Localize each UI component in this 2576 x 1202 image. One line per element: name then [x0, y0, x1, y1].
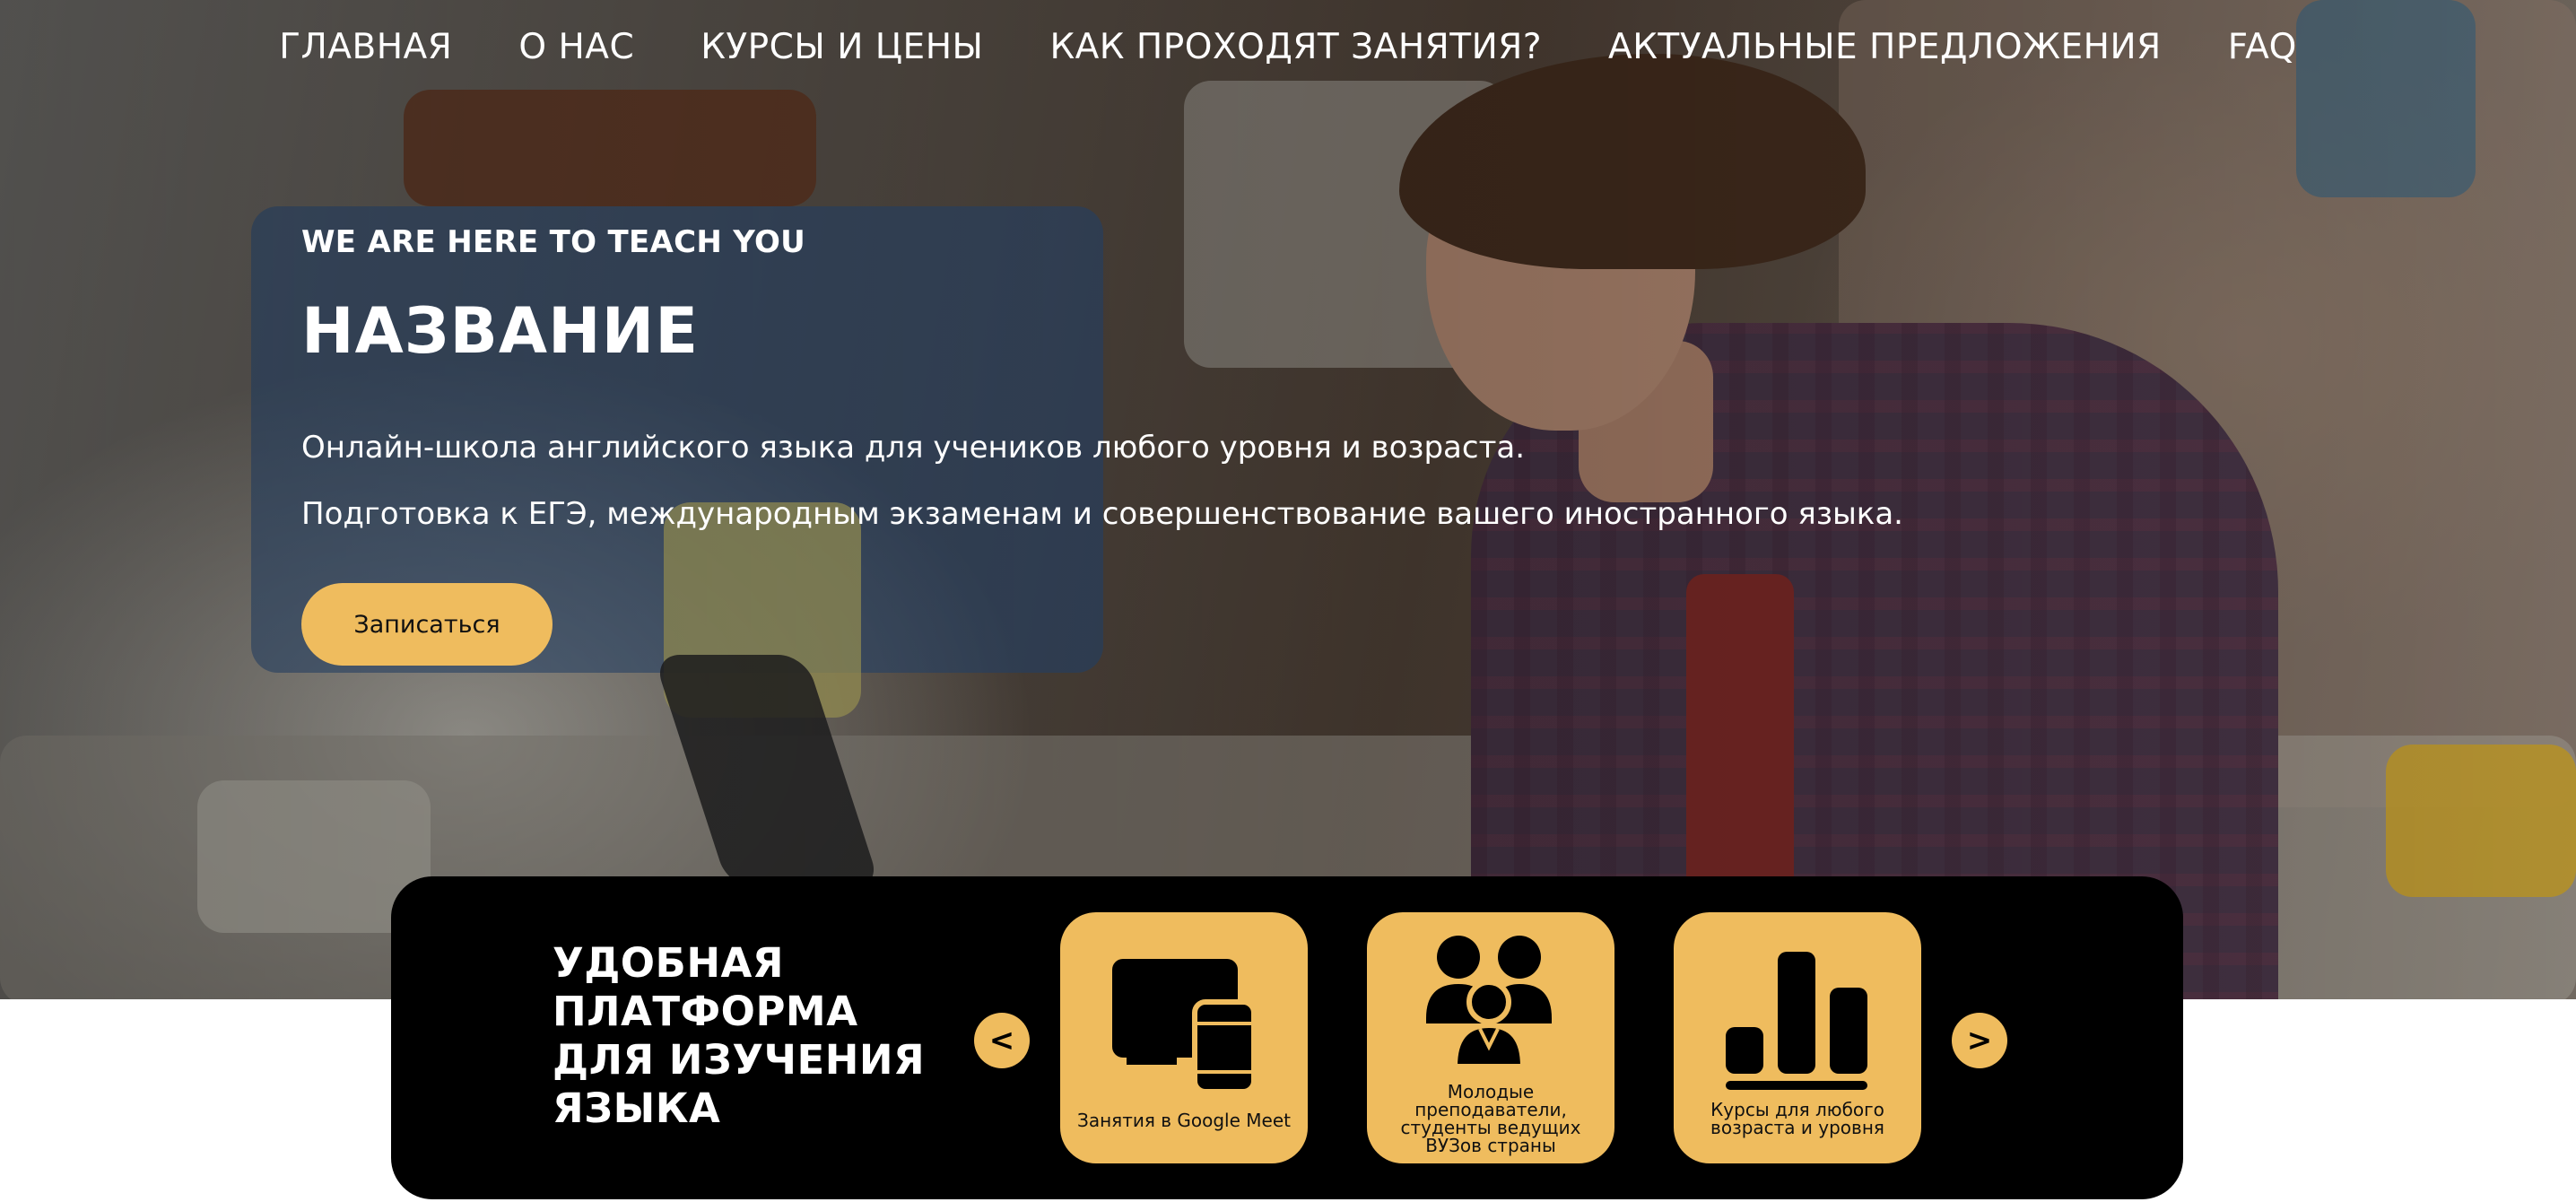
- hero-tagline: WE ARE HERE TO TEACH YOU: [301, 224, 806, 260]
- nav-link-how-lessons-work[interactable]: КАК ПРОХОДЯТ ЗАНЯТИЯ?: [1049, 27, 1542, 67]
- devices-icon: [1112, 959, 1257, 1092]
- features-title-line-4: ЯЗЫКА: [553, 1084, 721, 1132]
- main-navigation: ГЛАВНАЯ О НАС КУРСЫ И ЦЕНЫ КАК ПРОХОДЯТ …: [0, 0, 2576, 93]
- people-group-icon: [1426, 936, 1552, 1069]
- feature-card-label: Занятия в Google Meet: [1077, 1110, 1291, 1131]
- feature-card-courses: Курсы для любого возраста и уровня: [1674, 912, 1921, 1163]
- feature-card-label: Курсы для любого возраста и уровня: [1710, 1099, 1884, 1138]
- nav-link-home[interactable]: ГЛАВНАЯ: [279, 27, 452, 67]
- nav-link-offers[interactable]: АКТУАЛЬНЫЕ ПРЕДЛОЖЕНИЯ: [1608, 27, 2162, 67]
- nav-link-faq[interactable]: FAQ: [2228, 27, 2297, 67]
- feature-card-label: Молодые преподаватели, студенты ведущих …: [1400, 1081, 1581, 1156]
- feature-card-teachers: Молодые преподаватели, студенты ведущих …: [1367, 912, 1614, 1163]
- signup-button[interactable]: Записаться: [301, 583, 553, 666]
- features-panel: УДОБНАЯ ПЛАТФОРМА ДЛЯ ИЗУЧЕНИЯ ЯЗЫКА < З…: [391, 876, 2183, 1199]
- hero-description-2: Подготовка к ЕГЭ, международным экзамена…: [301, 496, 1903, 532]
- feature-card-google-meet: Занятия в Google Meet: [1060, 912, 1308, 1163]
- features-title: УДОБНАЯ ПЛАТФОРМА ДЛЯ ИЗУЧЕНИЯ ЯЗЫКА: [553, 939, 947, 1133]
- hero-title: НАЗВАНИЕ: [301, 294, 700, 368]
- hero-description-1: Онлайн-школа английского языка для учени…: [301, 430, 1526, 466]
- nav-link-courses-prices[interactable]: КУРСЫ И ЦЕНЫ: [701, 27, 983, 67]
- carousel-prev-button[interactable]: <: [974, 1013, 1030, 1068]
- features-title-line-2: ПЛАТФОРМА: [553, 988, 858, 1035]
- bar-chart-icon: [1726, 952, 1867, 1090]
- features-title-line-1: УДОБНАЯ: [553, 939, 784, 987]
- hero-section: WE ARE HERE TO TEACH YOU НАЗВАНИЕ Онлайн…: [301, 224, 2095, 666]
- features-title-line-3: ДЛЯ ИЗУЧЕНИЯ: [553, 1036, 926, 1084]
- nav-link-about[interactable]: О НАС: [518, 27, 634, 67]
- carousel-next-button[interactable]: >: [1952, 1013, 2007, 1068]
